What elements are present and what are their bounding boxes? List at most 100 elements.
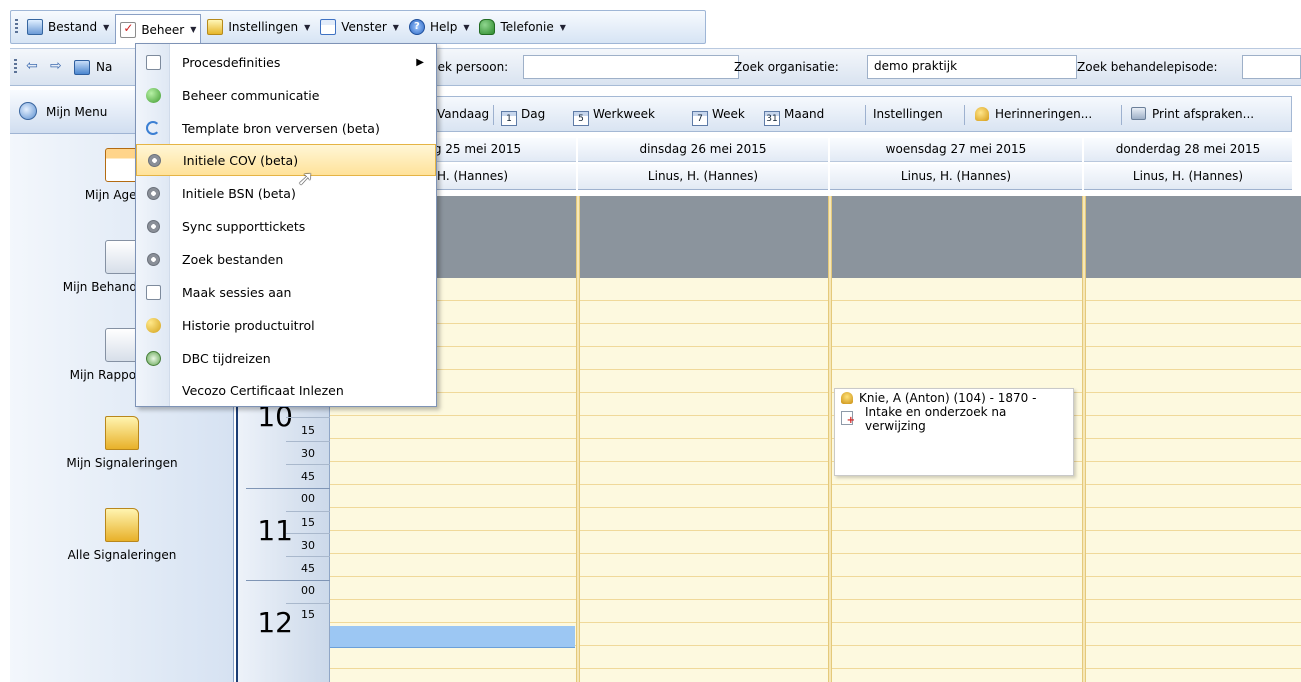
calendar-grid bbox=[330, 196, 1301, 682]
menu-help-label: Help bbox=[429, 20, 458, 34]
resource-header-tuesday[interactable]: Linus, H. (Hannes) bbox=[578, 164, 828, 190]
menu-item-initiele-bsn[interactable]: Initiele BSN (beta) bbox=[136, 177, 436, 209]
chevron-down-icon: ▼ bbox=[190, 25, 197, 34]
quarter-label: 30 bbox=[301, 447, 315, 460]
reminders-button[interactable]: Herinneringen... bbox=[975, 107, 1092, 121]
chevron-down-icon: ▼ bbox=[559, 22, 566, 32]
workweek-view-button[interactable]: 5 Werkweek bbox=[573, 107, 655, 126]
left-item-label: Alle Signaleringen bbox=[67, 548, 177, 562]
menu-item-label: Beheer communicatie bbox=[182, 87, 320, 103]
month-view-label: Maand bbox=[784, 107, 825, 121]
menu-item-label: Zoek bestanden bbox=[182, 251, 284, 267]
communication-icon bbox=[145, 87, 161, 103]
month-view-button[interactable]: 31 Maand bbox=[764, 107, 824, 126]
help-icon: ? bbox=[408, 19, 425, 35]
day-header-thursday[interactable]: donderdag 28 mei 2015 bbox=[1084, 138, 1292, 162]
quarter-label: 15 bbox=[301, 424, 315, 437]
day-column-tuesday[interactable] bbox=[580, 196, 828, 682]
folder-settings-icon bbox=[207, 19, 224, 35]
day-header-tuesday[interactable]: dinsdag 26 mei 2015 bbox=[578, 138, 828, 162]
chevron-down-icon: ▼ bbox=[392, 22, 399, 32]
quarter-label: 00 bbox=[301, 584, 315, 597]
my-menu-title: Mijn Menu bbox=[46, 105, 108, 119]
quarter-divider bbox=[286, 441, 330, 442]
toolbar-separator bbox=[865, 105, 866, 125]
home-icon[interactable] bbox=[74, 60, 90, 75]
reminders-label: Herinneringen... bbox=[995, 107, 1093, 121]
phone-users-icon bbox=[479, 19, 496, 35]
toolbar-grip[interactable] bbox=[15, 19, 18, 35]
menu-item-template-bron-verversen[interactable]: Template bron verversen (beta) bbox=[136, 112, 436, 144]
search-episode-input[interactable] bbox=[1242, 55, 1301, 79]
resource-header-wednesday[interactable]: Linus, H. (Hannes) bbox=[830, 164, 1082, 190]
nav-label[interactable]: Na bbox=[96, 60, 112, 74]
refresh-icon bbox=[146, 121, 160, 135]
day-view-button[interactable]: 1 Dag bbox=[501, 107, 545, 126]
menu-instellingen[interactable]: Instellingen ▼ bbox=[203, 15, 314, 39]
menu-item-initiele-cov[interactable]: Initiele COV (beta) bbox=[136, 144, 436, 176]
menu-item-dbc-tijdreizen[interactable]: DBC tijdreizen bbox=[136, 342, 436, 374]
mouse-cursor-icon: ➚ bbox=[297, 166, 314, 190]
appointment-patient: Knie, A (Anton) (104) - 1870 - bbox=[859, 391, 1037, 405]
resource-header-thursday[interactable]: Linus, H. (Hannes) bbox=[1084, 164, 1292, 190]
quarter-divider bbox=[286, 511, 330, 512]
menu-telefonie[interactable]: Telefonie ▼ bbox=[475, 15, 569, 39]
today-button[interactable]: Vandaag bbox=[437, 107, 489, 121]
menu-instellingen-label: Instellingen bbox=[228, 20, 299, 34]
calendar-icon bbox=[105, 148, 139, 182]
toolbar-grip[interactable] bbox=[14, 59, 17, 75]
settings-button[interactable]: Instellingen bbox=[873, 107, 943, 121]
menu-telefonie-label: Telefonie bbox=[500, 20, 554, 34]
search-episode-label: Zoek behandelepisode: bbox=[1077, 60, 1218, 74]
menu-item-historie-productuitrol[interactable]: Historie productuitrol bbox=[136, 309, 436, 341]
menu-item-vecozo-certificaat[interactable]: Vecozo Certificaat Inlezen bbox=[136, 374, 436, 406]
menu-item-label: Procesdefinities bbox=[182, 54, 281, 70]
time-slots[interactable] bbox=[1086, 278, 1301, 682]
quarter-divider bbox=[286, 417, 330, 418]
week-view-button[interactable]: 7 Week bbox=[692, 107, 745, 126]
search-organisation-input[interactable]: demo praktijk bbox=[867, 55, 1077, 79]
menu-item-label: Initiele BSN (beta) bbox=[182, 185, 296, 201]
menu-bestand[interactable]: Bestand ▼ bbox=[23, 15, 113, 39]
time-slots[interactable] bbox=[832, 278, 1082, 682]
chevron-down-icon: ▼ bbox=[304, 22, 311, 32]
back-arrow-icon[interactable]: ⇦ bbox=[26, 58, 38, 74]
calendar-workweek-icon: 5 bbox=[573, 111, 589, 126]
menu-item-maak-sessies-aan[interactable]: Maak sessies aan bbox=[136, 276, 436, 308]
time-slots[interactable] bbox=[580, 278, 828, 682]
menu-bestand-label: Bestand bbox=[48, 20, 98, 34]
document-list-icon bbox=[145, 54, 161, 70]
appointment-description: Intake en onderzoek na bbox=[865, 405, 1007, 419]
magnifier-icon bbox=[19, 102, 37, 120]
gear-icon bbox=[146, 219, 160, 233]
quarter-label: 15 bbox=[301, 608, 315, 621]
search-person-input[interactable] bbox=[523, 55, 739, 79]
search-organisation-label: Zoek organisatie: bbox=[734, 60, 839, 74]
out-of-hours-block bbox=[832, 196, 1082, 278]
menu-help[interactable]: ? Help ▼ bbox=[405, 15, 474, 39]
quarter-divider bbox=[286, 533, 330, 534]
print-appointments-button[interactable]: Print afspraken... bbox=[1131, 107, 1254, 121]
database-window-icon bbox=[27, 19, 43, 35]
menu-item-zoek-bestanden[interactable]: Zoek bestanden bbox=[136, 243, 436, 275]
printer-icon bbox=[1131, 107, 1146, 120]
chevron-down-icon: ▼ bbox=[463, 22, 470, 32]
menu-item-label: DBC tijdreizen bbox=[182, 350, 271, 366]
menu-beheer[interactable]: Beheer ▼ bbox=[115, 14, 202, 44]
forward-arrow-icon[interactable]: ⇨ bbox=[50, 58, 62, 74]
day-column-thursday[interactable] bbox=[1086, 196, 1301, 682]
menu-item-sync-supporttickets[interactable]: Sync supporttickets bbox=[136, 210, 436, 242]
menu-item-beheer-communicatie[interactable]: Beheer communicatie bbox=[136, 79, 436, 111]
chevron-down-icon: ▼ bbox=[103, 22, 110, 32]
new-document-icon bbox=[841, 411, 855, 428]
menu-venster[interactable]: Venster ▼ bbox=[316, 15, 403, 39]
quarter-label: 45 bbox=[301, 562, 315, 575]
day-header-wednesday[interactable]: woensdag 27 mei 2015 bbox=[830, 138, 1082, 162]
menu-item-procesdefinities[interactable]: Procesdefinities ▶ bbox=[136, 46, 436, 78]
selected-time-slot[interactable] bbox=[330, 626, 575, 648]
appointment-card[interactable]: Knie, A (Anton) (104) - 1870 - Intake en… bbox=[834, 388, 1074, 476]
menu-item-label: Sync supporttickets bbox=[182, 218, 306, 234]
quarter-divider bbox=[286, 464, 330, 465]
left-item-alle-signaleringen[interactable]: Alle Signaleringen bbox=[10, 508, 234, 562]
left-item-mijn-signaleringen[interactable]: Mijn Signaleringen bbox=[10, 416, 234, 470]
